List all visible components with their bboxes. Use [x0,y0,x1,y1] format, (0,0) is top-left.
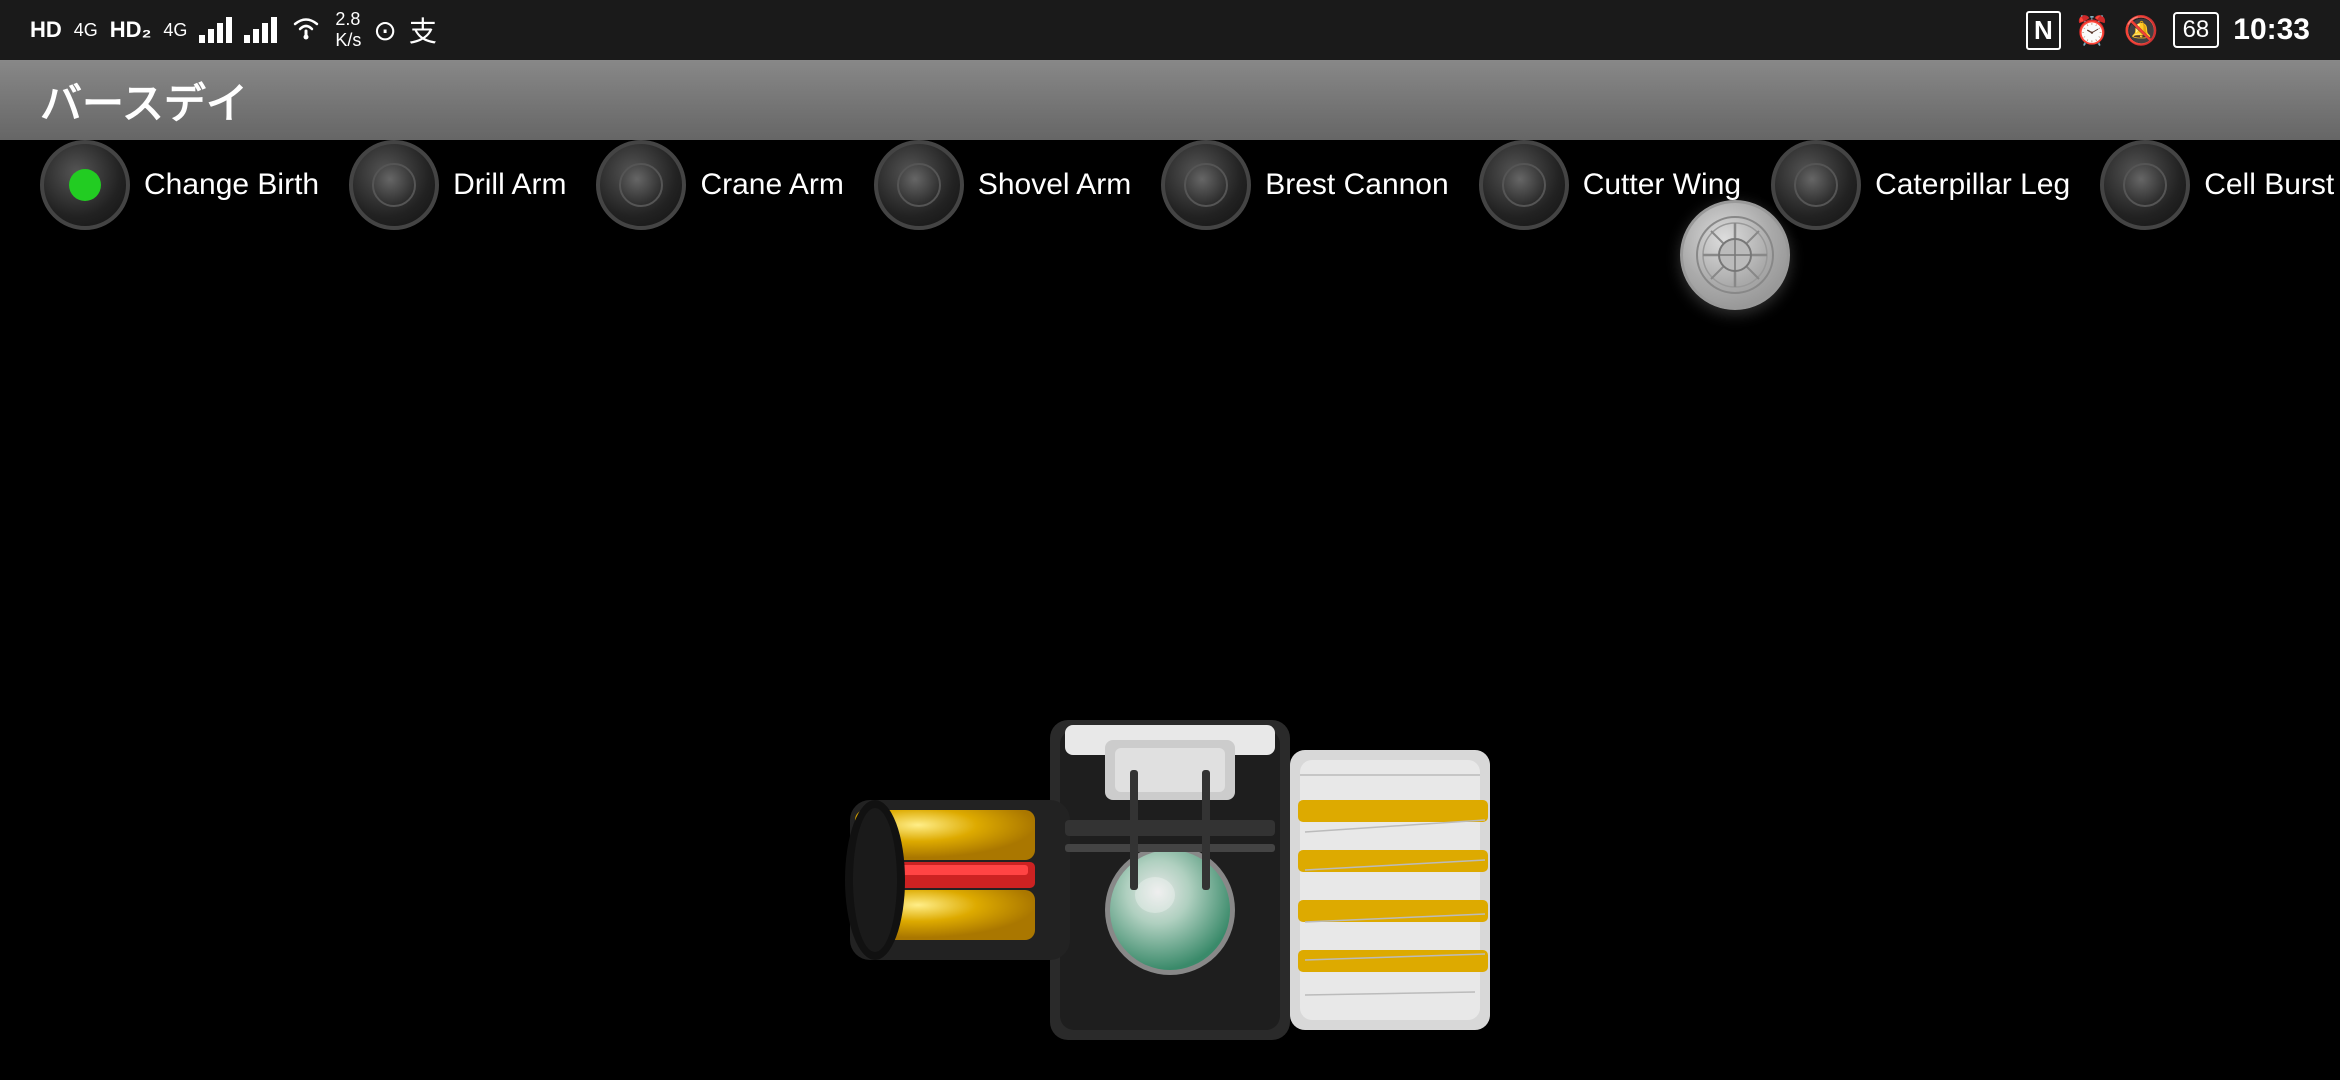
inner-dark-crane-arm [619,163,663,207]
btn-label-crane-arm: Crane Arm [700,167,843,203]
circle-btn-shovel-arm[interactable] [874,140,964,230]
circle-btn-drill-arm[interactable] [349,140,439,230]
btn-item-caterpillar-leg[interactable]: Caterpillar Leg [1771,140,2070,230]
circle-btn-crane-arm[interactable] [596,140,686,230]
active-dot-change-birth [69,169,101,201]
circle-btn-cutter-wing[interactable] [1479,140,1569,230]
circle-btn-cell-burst[interactable] [2100,140,2190,230]
hd2-indicator: HD₂ [110,17,152,43]
birth-driver-svg [830,600,1510,1080]
btn-item-crane-arm[interactable]: Crane Arm [596,140,843,230]
signal-bars-1 [199,17,232,43]
inner-dark-cell-burst [2123,163,2167,207]
network-4g-1: 4G [74,20,98,41]
inner-dark-cutter-wing [1502,163,1546,207]
btn-label-cell-burst: Cell Burst [2204,167,2334,203]
btn-item-brest-cannon[interactable]: Brest Cannon [1161,140,1448,230]
btn-label-change-birth: Change Birth [144,167,319,203]
btn-label-cutter-wing: Cutter Wing [1583,167,1741,203]
nfc-icon: N [2026,11,2061,50]
btn-label-caterpillar-leg: Caterpillar Leg [1875,167,2070,203]
inner-dark-shovel-arm [897,163,941,207]
btn-item-cutter-wing[interactable]: Cutter Wing [1479,140,1741,230]
alipay-icon: 支 [409,10,437,50]
inner-dark-caterpillar-leg [1794,163,1838,207]
circle-btn-brest-cannon[interactable] [1161,140,1251,230]
btn-label-drill-arm: Drill Arm [453,167,566,203]
status-right-icons: N ⏰ 🔕 68 10:33 [2026,11,2310,50]
device-illustration [820,580,1520,1080]
button-row: Change Birth Drill Arm Crane Arm Shovel Arm… [40,140,2334,230]
btn-label-brest-cannon: Brest Cannon [1265,167,1448,203]
app-title: バースデイ [40,70,248,131]
circle-btn-caterpillar-leg[interactable] [1771,140,1861,230]
signal-bars-2 [244,17,277,43]
data-speed: 2.8K/s [335,9,361,51]
btn-label-shovel-arm: Shovel Arm [978,167,1131,203]
title-bar: バースデイ [0,60,2340,140]
btn-item-cell-burst[interactable]: Cell Burst [2100,140,2334,230]
wifi-icon [289,13,323,48]
status-left-icons: HD 4G HD₂ 4G 2.8K/s ⊙ [30,9,437,51]
inner-dark-brest-cannon [1184,163,1228,207]
btn-item-shovel-arm[interactable]: Shovel Arm [874,140,1131,230]
battery-indicator: 68 [2173,12,2220,48]
network-4g-2: 4G [163,20,187,41]
alarm-icon: ⏰ [2075,14,2110,47]
circle-btn-change-birth[interactable] [40,140,130,230]
status-bar: HD 4G HD₂ 4G 2.8K/s ⊙ [0,0,2340,60]
inner-dark-drill-arm [372,163,416,207]
navigation-icon: ⊙ [373,14,396,47]
btn-item-change-birth[interactable]: Change Birth [40,140,319,230]
btn-item-drill-arm[interactable]: Drill Arm [349,140,566,230]
hd1-indicator: HD [30,17,62,43]
silent-icon: 🔕 [2124,14,2159,47]
clock: 10:33 [2233,13,2310,47]
